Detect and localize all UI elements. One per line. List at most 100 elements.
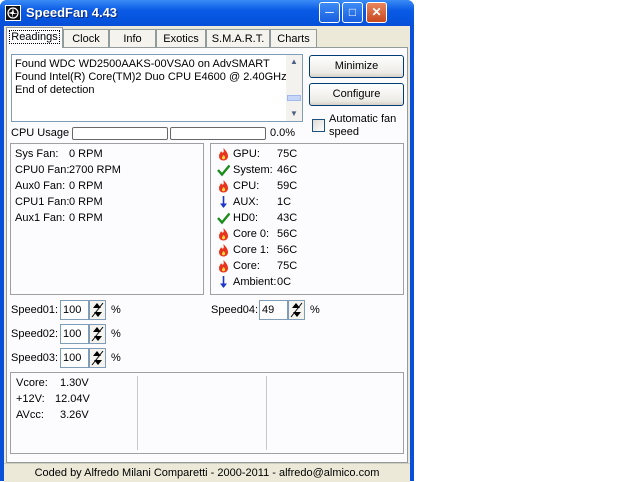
tab-info[interactable]: Info	[109, 29, 156, 47]
temperatures-panel: GPU: 75C System: 46C CPU: 59C AUX: 1C HD0: 43C Cor…	[210, 143, 404, 295]
voltage-value: 1.30V	[60, 377, 89, 389]
speed02-label: Speed02:	[11, 328, 59, 340]
scroll-up-icon[interactable]: ▲	[286, 55, 302, 69]
maximize-icon: □	[348, 5, 357, 19]
automatic-fan-speed-checkbox[interactable]	[312, 119, 325, 132]
temperature-name: HD0:	[233, 212, 259, 224]
scroll-down-icon[interactable]: ▼	[286, 107, 302, 121]
speedfan-window: SpeedFan 4.43 ─ □ ✕ Readings Clock Info …	[0, 0, 414, 482]
temperature-value: 46C	[277, 164, 298, 176]
log-line: Found Intel(R) Core(TM)2 Duo CPU E4600 @…	[15, 71, 287, 83]
check-icon	[217, 211, 231, 225]
flame-icon	[217, 227, 230, 241]
spinner-arrows-icon[interactable]	[288, 300, 305, 320]
configure-button[interactable]: Configure	[309, 83, 404, 106]
spinner-arrows-icon[interactable]	[89, 300, 106, 320]
speed03-spinner[interactable]: 100	[60, 348, 106, 368]
cpu-usage-value: 0.0%	[270, 127, 296, 139]
fan-value: 0 RPM	[69, 148, 103, 160]
arrow-down-icon	[217, 195, 230, 209]
speed04-input[interactable]: 49	[259, 300, 288, 320]
temperature-value: 1C	[277, 196, 292, 208]
speed01-input[interactable]: 100	[60, 300, 89, 320]
speed02-input[interactable]: 100	[60, 324, 89, 344]
cpu-usage-label: CPU Usage	[11, 127, 70, 139]
voltage-name: AVcc:	[16, 409, 44, 421]
flame-icon	[217, 243, 230, 257]
temperature-value: 43C	[277, 212, 298, 224]
flame-icon	[217, 147, 230, 161]
tab-smart[interactable]: S.M.A.R.T.	[206, 29, 270, 47]
temperature-value: 75C	[277, 260, 298, 272]
arrow-down-icon	[217, 275, 230, 289]
temperature-name: System:	[233, 164, 273, 176]
detection-log[interactable]: Found WDC WD2500AAKS-00VSA0 on AdvSMART …	[11, 54, 303, 122]
temperature-value: 56C	[277, 228, 298, 240]
temperature-name: Core 0:	[233, 228, 270, 240]
fan-name: CPU0 Fan:	[15, 164, 70, 176]
fans-panel: Sys Fan: 0 RPM CPU0 Fan: 2700 RPM Aux0 F…	[10, 143, 204, 295]
cpu-core1-usage-bar	[170, 127, 266, 140]
scroll-thumb[interactable]	[287, 95, 301, 101]
speed03-input[interactable]: 100	[60, 348, 89, 368]
column-divider	[266, 376, 267, 450]
fan-value: 0 RPM	[69, 212, 103, 224]
minimize-icon: ─	[325, 5, 334, 19]
fan-name: Aux1 Fan:	[15, 212, 66, 224]
tab-clock[interactable]: Clock	[63, 29, 109, 47]
speed03-unit: %	[111, 352, 121, 364]
temperature-name: Core 1:	[233, 244, 270, 256]
title-bar[interactable]: SpeedFan 4.43 ─ □ ✕	[0, 0, 414, 26]
temperature-name: Ambient:	[233, 276, 277, 288]
cpu-core0-usage-bar	[72, 127, 168, 140]
app-icon[interactable]	[5, 5, 21, 21]
column-divider	[137, 376, 138, 450]
client-area: Readings Clock Info Exotics S.M.A.R.T. C…	[4, 26, 410, 482]
voltage-value: 12.04V	[55, 393, 90, 405]
temperature-value: 56C	[277, 244, 298, 256]
temperature-name: CPU:	[233, 180, 260, 192]
speed01-label: Speed01:	[11, 304, 59, 316]
automatic-fan-speed-label: speed	[329, 126, 359, 138]
temperature-value: 0C	[277, 276, 292, 288]
voltage-name: Vcore:	[16, 377, 48, 389]
flame-icon	[217, 179, 230, 193]
speed02-unit: %	[111, 328, 121, 340]
spinner-arrows-icon[interactable]	[89, 324, 106, 344]
speed04-spinner[interactable]: 49	[259, 300, 305, 320]
window-title: SpeedFan 4.43	[26, 5, 118, 20]
close-icon: ✕	[371, 5, 382, 19]
speed03-label: Speed03:	[11, 352, 59, 364]
log-scrollbar[interactable]: ▲ ▼	[286, 55, 302, 121]
spinner-arrows-icon[interactable]	[89, 348, 106, 368]
automatic-fan-speed-label: Automatic fan	[329, 113, 397, 125]
tab-charts[interactable]: Charts	[270, 29, 317, 47]
log-line: Found WDC WD2500AAKS-00VSA0 on AdvSMART	[15, 58, 270, 70]
tab-readings[interactable]: Readings	[6, 27, 63, 48]
fan-value: 0 RPM	[69, 196, 103, 208]
fan-value: 0 RPM	[69, 180, 103, 192]
voltage-value: 3.26V	[60, 409, 89, 421]
flame-icon	[217, 259, 230, 273]
speed04-label: Speed04:	[211, 304, 259, 316]
fan-value: 2700 RPM	[69, 164, 121, 176]
temperature-name: GPU:	[233, 148, 260, 160]
log-line: End of detection	[15, 84, 95, 96]
speed02-spinner[interactable]: 100	[60, 324, 106, 344]
status-bar: Coded by Alfredo Milani Comparetti - 200…	[4, 463, 410, 482]
speed01-spinner[interactable]: 100	[60, 300, 106, 320]
speed04-unit: %	[310, 304, 320, 316]
voltages-panel: Vcore: 1.30V +12V: 12.04V AVcc: 3.26V	[10, 372, 404, 454]
minimize-button[interactable]: Minimize	[309, 55, 404, 78]
temperature-name: Core:	[233, 260, 260, 272]
speed01-unit: %	[111, 304, 121, 316]
fan-name: Aux0 Fan:	[15, 180, 66, 192]
close-window-button[interactable]: ✕	[366, 2, 387, 23]
maximize-window-button[interactable]: □	[342, 2, 363, 23]
fan-name: CPU1 Fan:	[15, 196, 70, 208]
minimize-window-button[interactable]: ─	[319, 2, 340, 23]
fan-name: Sys Fan:	[15, 148, 59, 160]
tab-exotics[interactable]: Exotics	[156, 29, 206, 47]
temperature-value: 75C	[277, 148, 298, 160]
check-icon	[217, 163, 231, 177]
